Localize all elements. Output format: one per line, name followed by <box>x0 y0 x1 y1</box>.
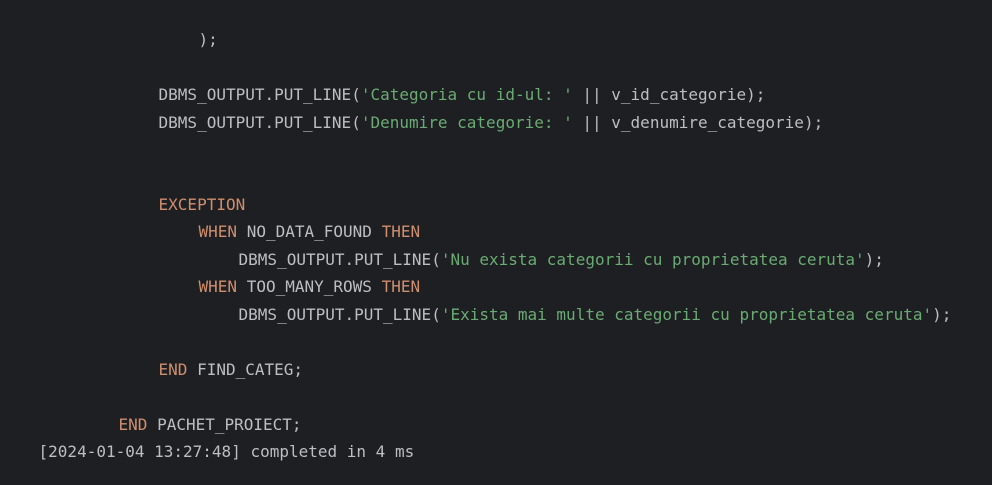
code-line-put-line-2: DBMS_OUTPUT.PUT_LINE('Denumire categorie… <box>120 90 824 132</box>
code-line-end-find-categ: END FIND_CATEG; <box>120 337 304 379</box>
code-text: ); <box>932 305 952 324</box>
code-line-when-no-data: WHEN NO_DATA_FOUND THEN <box>160 199 421 241</box>
code-line-close-paren: ); <box>160 7 218 49</box>
code-text: || v_denumire_categorie); <box>572 113 824 132</box>
code-line-end-pachet: END PACHET_PROIECT; <box>80 392 302 434</box>
execution-status: [2024-01-04 13:27:48] completed in 4 ms <box>38 442 415 461</box>
code-text: ); <box>864 250 884 269</box>
code-line-put-line-3: DBMS_OUTPUT.PUT_LINE('Nu exista categori… <box>200 227 884 269</box>
code-line-exception: EXCEPTION <box>120 172 246 214</box>
function-call: DBMS_OUTPUT.PUT_LINE( <box>158 113 361 132</box>
string-literal: 'Exista mai multe categorii cu proprieta… <box>440 305 933 324</box>
code-text: ); <box>198 30 218 49</box>
string-literal: 'Nu exista categorii cu proprietatea cer… <box>440 250 865 269</box>
console-status-line: [2024-01-04 13:27:48] completed in 4 ms <box>0 419 415 461</box>
keyword-end: END <box>158 360 188 379</box>
code-line-put-line-4: DBMS_OUTPUT.PUT_LINE('Exista mai multe c… <box>200 282 952 324</box>
function-call: DBMS_OUTPUT.PUT_LINE( <box>238 305 441 324</box>
code-line-when-too-many: WHEN TOO_MANY_ROWS THEN <box>160 254 421 296</box>
string-literal: 'Denumire categorie: ' <box>360 113 573 132</box>
procedure-name: FIND_CATEG; <box>187 360 304 379</box>
code-editor[interactable]: ); DBMS_OUTPUT.PUT_LINE('Categoria cu id… <box>0 0 992 467</box>
code-line-put-line-1: DBMS_OUTPUT.PUT_LINE('Categoria cu id-ul… <box>120 62 766 104</box>
